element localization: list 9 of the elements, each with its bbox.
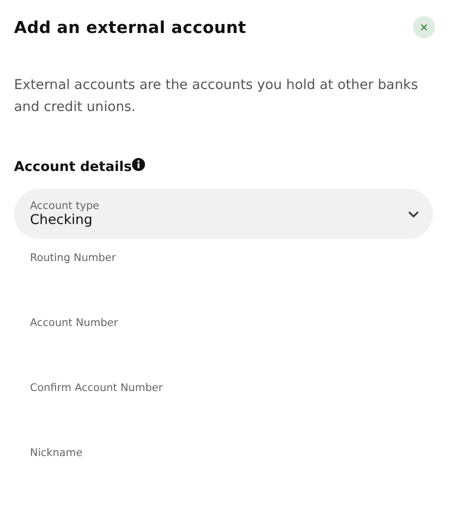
close-button[interactable]: ×	[413, 16, 435, 38]
section-title: Account details	[14, 159, 132, 175]
chevron-down-icon	[408, 210, 419, 218]
account-type-dropdown[interactable]: Account type Checking	[14, 189, 433, 239]
field-label: Account type	[30, 200, 100, 212]
info-icon[interactable]	[132, 158, 145, 171]
description: External accounts are the accounts you hold at other banks and credit unions.	[14, 76, 419, 117]
dialog-title: Add an external account	[14, 18, 246, 36]
selected-value: Checking	[30, 212, 94, 228]
